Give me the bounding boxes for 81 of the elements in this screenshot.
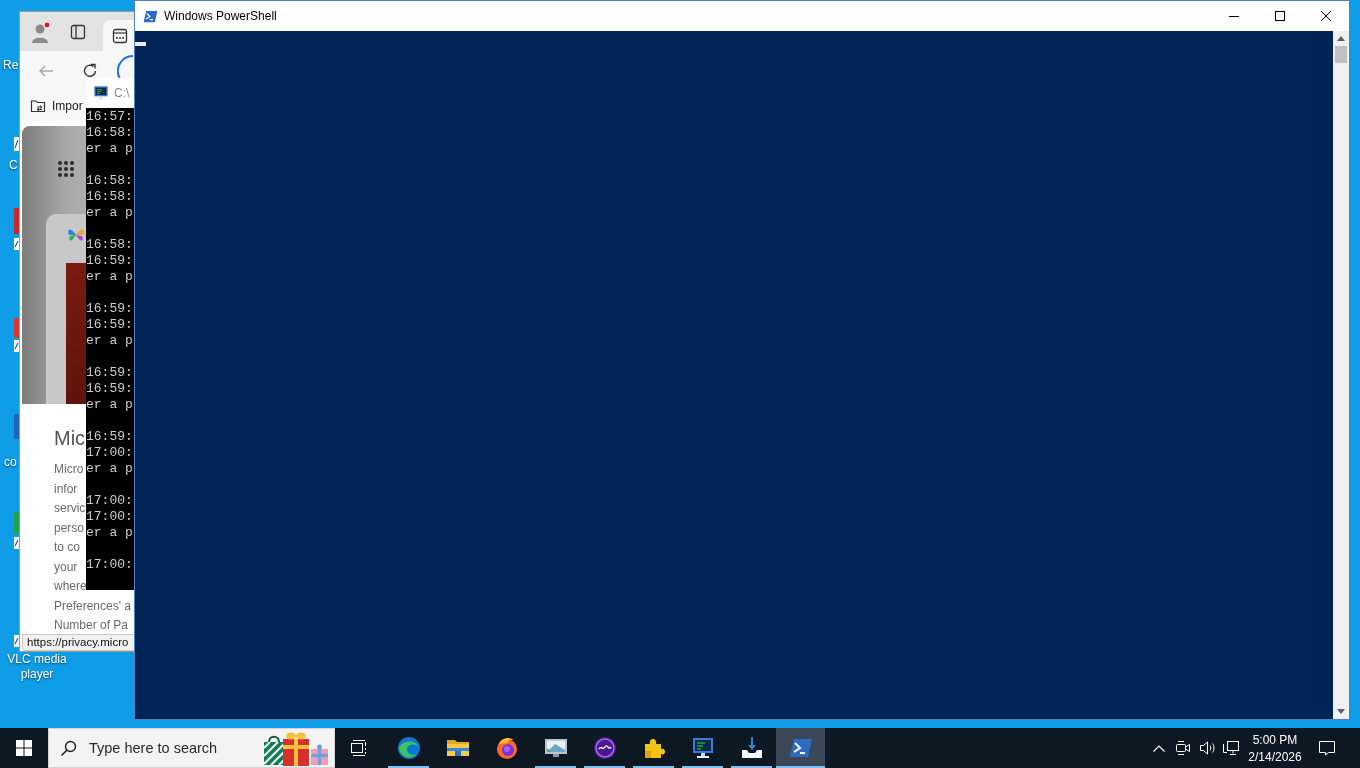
maximize-icon	[1275, 11, 1285, 21]
monitor-picture-icon	[543, 736, 568, 760]
console-line: er a p	[86, 205, 134, 221]
console-line: 16:58:	[86, 189, 134, 205]
search-box[interactable]: Type here to search	[48, 728, 335, 768]
console-line: 17:00:	[86, 557, 134, 573]
app-tile-icon[interactable]	[14, 512, 19, 534]
terminal-monitor-icon	[690, 736, 715, 760]
text-cursor	[135, 42, 146, 46]
app-tile-icon[interactable]	[14, 414, 19, 439]
browser-tab[interactable]	[103, 20, 134, 51]
desktop-icon-label[interactable]: VLC media player	[1, 652, 73, 682]
flame-globe-icon	[494, 736, 519, 760]
speaker-icon	[1198, 740, 1216, 756]
desktop-icon-label[interactable]: Re	[3, 58, 19, 73]
console-line: 16:59:	[86, 301, 134, 317]
favorite-item[interactable]: Impor	[30, 98, 83, 114]
console-line: 16:58:	[86, 237, 134, 253]
video-camera-icon	[1175, 740, 1191, 756]
console-line: 16:58:	[86, 173, 134, 189]
task-view-icon	[351, 740, 368, 756]
console-line: er a p	[86, 333, 134, 349]
article-heading: Mic	[54, 426, 86, 451]
console-line: 17:00:	[86, 509, 134, 525]
chevron-up-icon	[1153, 744, 1165, 752]
console-line: 17:00:	[86, 445, 134, 461]
refresh-icon[interactable]	[82, 63, 98, 79]
article-text-line: perso	[54, 519, 85, 537]
orb-icon	[592, 736, 617, 760]
network-monitor-icon	[1223, 740, 1239, 756]
console-line: er a p	[86, 461, 134, 477]
shell-prompt-icon	[788, 736, 813, 760]
console-line: er a p	[86, 397, 134, 413]
console-line: er a p	[86, 269, 134, 285]
shell-prompt-icon	[143, 8, 158, 24]
close-icon	[1321, 11, 1331, 21]
window-panes-icon	[16, 740, 32, 756]
download-tray-icon	[739, 736, 764, 760]
terminal-monitor-icon	[93, 85, 109, 101]
profile-icon[interactable]	[30, 20, 52, 43]
folder-arrows-icon	[30, 98, 46, 114]
search-field[interactable]: Type here to search	[89, 740, 261, 756]
tab-page-icon	[112, 27, 128, 44]
scrollbar-thumb[interactable]	[1335, 46, 1347, 63]
console-line: 17:00:	[86, 493, 134, 509]
article-text-line: Micro	[54, 461, 84, 478]
article-text-line: to co	[54, 539, 80, 556]
search-icon	[60, 739, 77, 757]
scroll-up-icon[interactable]	[1337, 36, 1345, 41]
console-line: er a p	[86, 141, 134, 157]
window-title: Windows PowerShell	[164, 9, 277, 23]
swirl-icon	[396, 736, 421, 760]
window-title: C:\	[114, 86, 130, 100]
status-url: https://privacy.micro	[22, 634, 134, 651]
console-line: er a p	[86, 525, 134, 541]
console-line: 16:59:	[86, 253, 134, 269]
scrollbar[interactable]	[1333, 31, 1349, 719]
minimize-icon	[1229, 15, 1239, 17]
taskbar-clock[interactable]: 5:00 PM 2/14/2026	[1243, 728, 1307, 768]
article-text-line: your	[54, 558, 78, 576]
notifications-icon	[1319, 740, 1335, 756]
console-line: 16:59:	[86, 429, 134, 445]
console-line: 16:58:	[86, 125, 134, 141]
sidebar-panel-icon[interactable]	[70, 23, 86, 40]
scroll-down-icon[interactable]	[1337, 709, 1345, 714]
console-line: 16:57:	[86, 109, 134, 125]
console-line: 16:59:	[86, 317, 134, 333]
desktop-icon-label[interactable]: co	[4, 455, 17, 470]
app-grid-icon[interactable]	[57, 160, 75, 178]
console-line: 16:59:	[86, 381, 134, 397]
app-tile-icon[interactable]	[14, 318, 19, 338]
article-text-line: servic	[54, 500, 86, 517]
article-text-line: infor	[54, 480, 78, 498]
console-line: 16:59:	[86, 365, 134, 381]
desktop-icon-label[interactable]: C	[9, 158, 18, 173]
article-text-line: Number of Pa	[54, 617, 129, 634]
app-tile-icon[interactable]	[14, 208, 19, 234]
article-text-line: where	[54, 578, 87, 595]
gift-boxes-icon	[261, 730, 331, 766]
article-text-line: Preferences' a	[54, 597, 131, 615]
ring-icon[interactable]	[117, 55, 133, 78]
